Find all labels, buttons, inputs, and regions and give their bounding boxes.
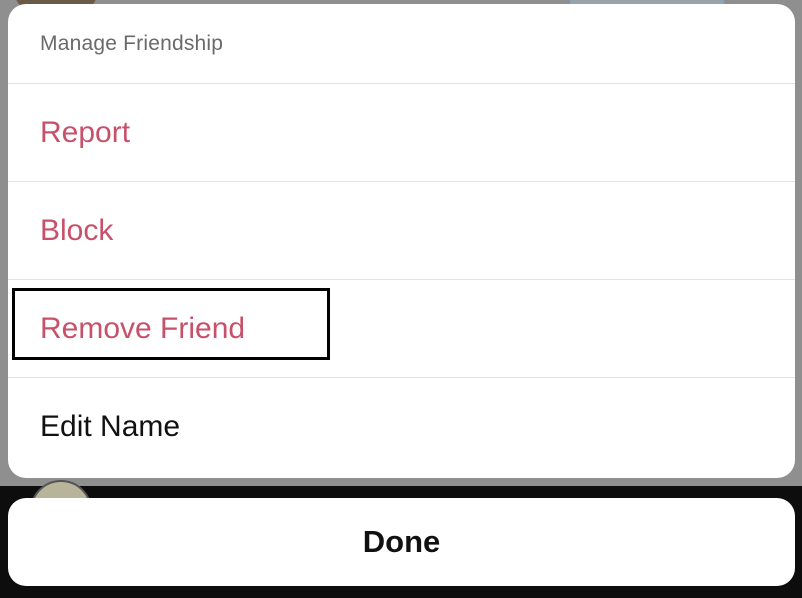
manage-friendship-action-sheet: Manage Friendship Report Block Remove Fr… bbox=[8, 4, 795, 478]
report-option[interactable]: Report bbox=[8, 84, 795, 182]
remove-friend-option-label: Remove Friend bbox=[40, 311, 246, 345]
action-sheet-header: Manage Friendship bbox=[8, 4, 795, 84]
edit-name-option-label: Edit Name bbox=[40, 410, 181, 443]
report-option-label: Report bbox=[40, 115, 131, 149]
block-option-label: Block bbox=[40, 213, 114, 247]
edit-name-option[interactable]: Edit Name bbox=[8, 378, 795, 476]
done-button[interactable]: Done bbox=[8, 498, 795, 586]
action-sheet-title: Manage Friendship bbox=[40, 31, 224, 55]
remove-friend-option[interactable]: Remove Friend bbox=[8, 280, 795, 378]
block-option[interactable]: Block bbox=[8, 182, 795, 280]
done-button-label: Done bbox=[362, 524, 441, 559]
